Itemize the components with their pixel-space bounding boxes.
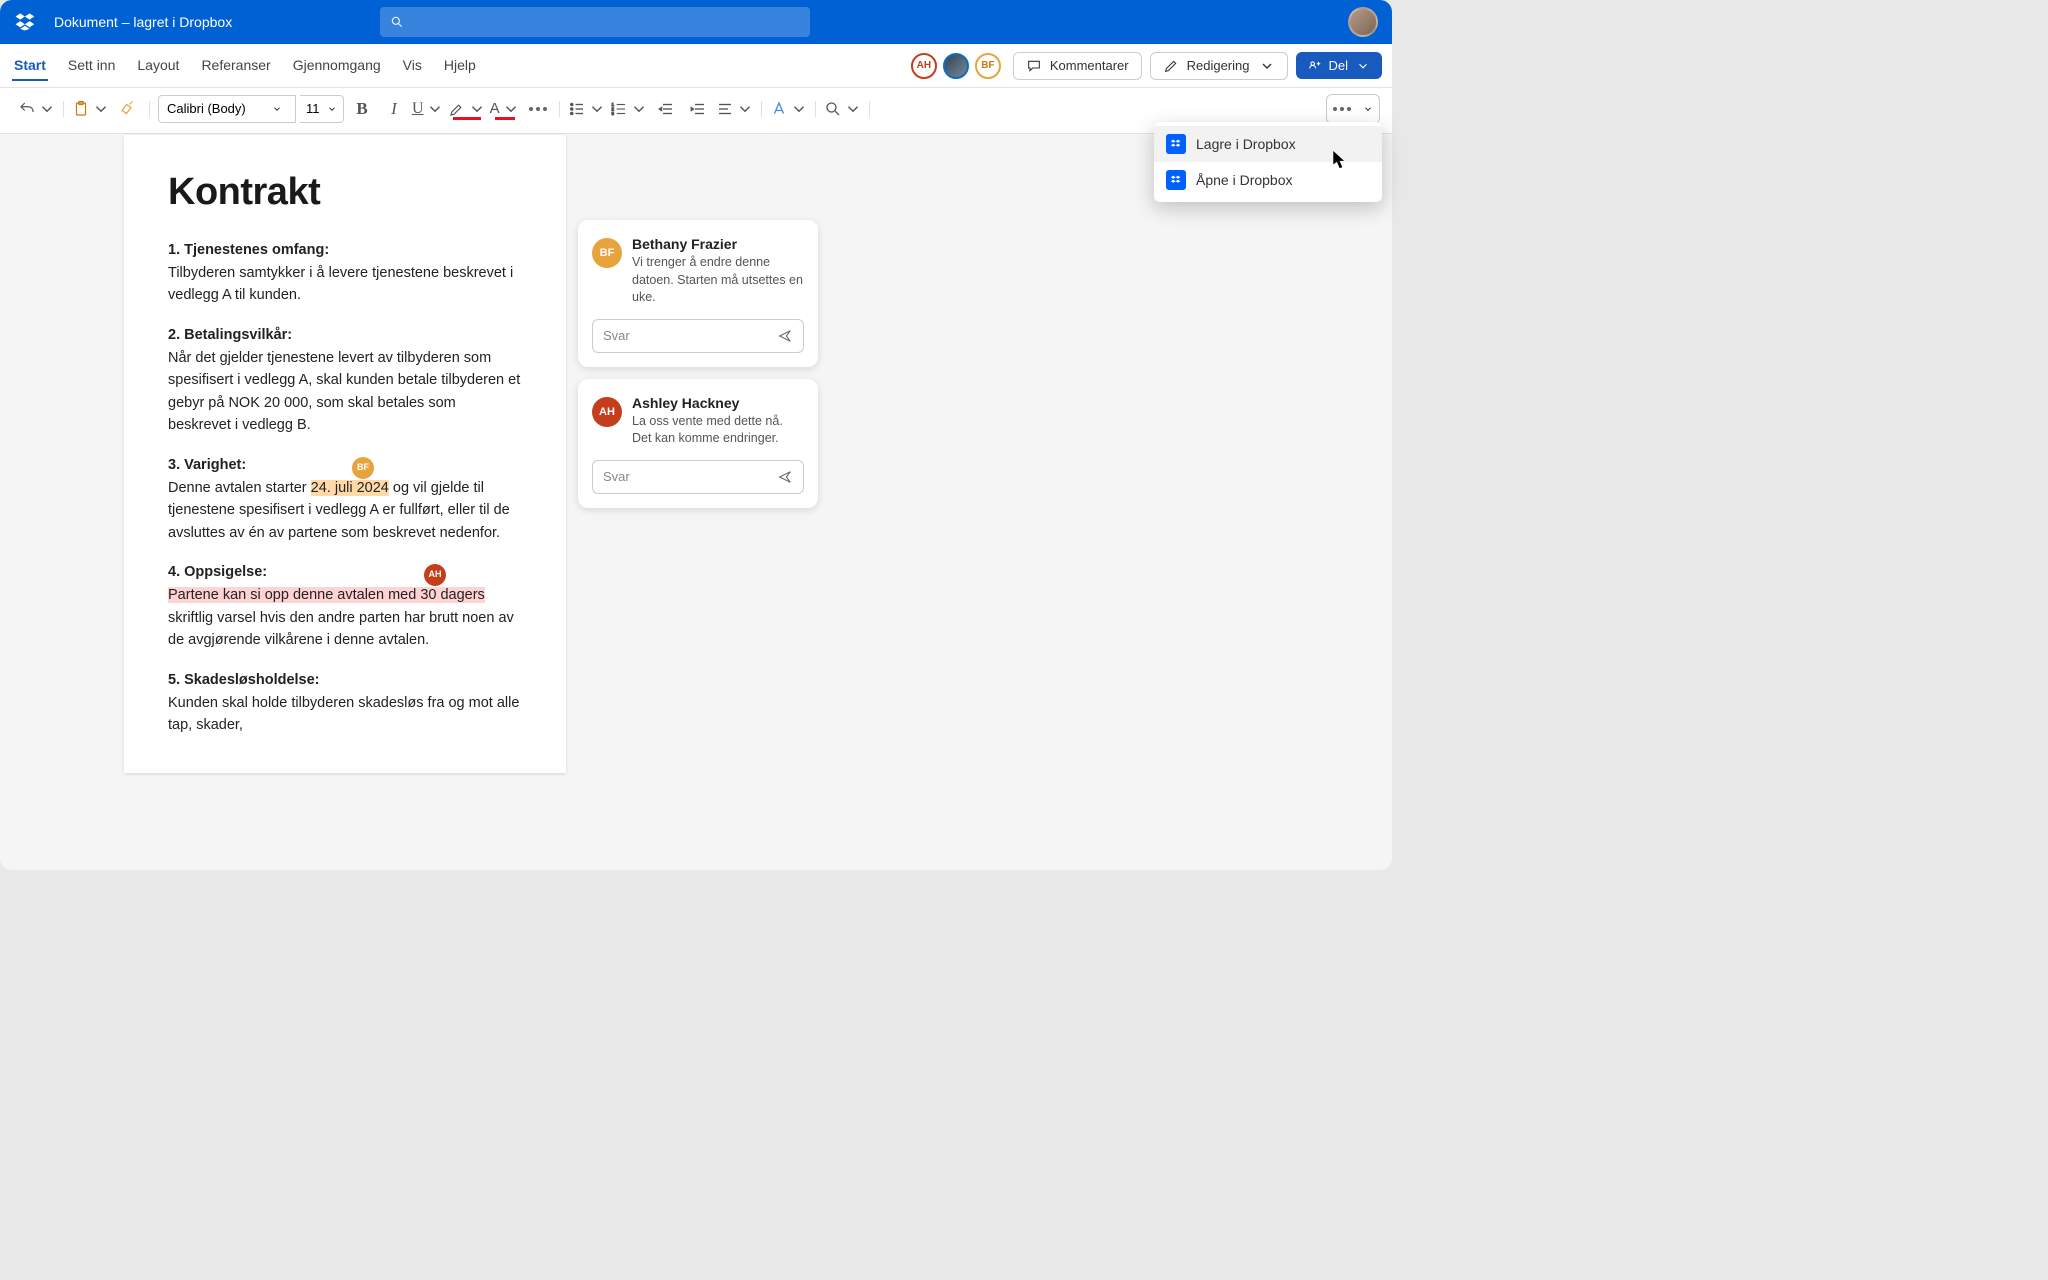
send-icon[interactable] [777,469,793,485]
presence-photo[interactable] [943,53,969,79]
pencil-icon [1163,58,1179,74]
share-icon [1308,59,1322,73]
highlight-ah: Partene kan si opp denne avtalen med 30 … [168,587,485,603]
cursor-icon [1333,151,1348,174]
del-label: Del [1328,58,1348,73]
presence-group: AH BF [911,53,1001,79]
doc-heading: Kontrakt [168,171,522,214]
presence-bf[interactable]: BF [975,53,1001,79]
outdent-button[interactable] [652,95,680,123]
font-more-button[interactable] [524,95,552,123]
tab-hjelp[interactable]: Hjelp [442,51,478,81]
kommentarer-button[interactable]: Kommentarer [1013,52,1142,80]
redigering-button[interactable]: Redigering [1150,52,1289,80]
tab-start[interactable]: Start [12,51,48,81]
highlight-bf: 24. juli 2024 [311,480,389,496]
italic-button[interactable]: I [380,95,408,123]
search-icon [390,15,404,29]
format-painter-button[interactable] [114,95,142,123]
font-name-select[interactable]: Calibri (Body) [158,95,296,123]
comment-card[interactable]: AH Ashley Hackney La oss vente med dette… [578,379,818,508]
align-button[interactable] [716,95,754,123]
indent-button[interactable] [684,95,712,123]
reply-placeholder: Svar [603,328,630,343]
comment-card[interactable]: BF Bethany Frazier Vi trenger å endre de… [578,220,818,367]
send-icon[interactable] [777,328,793,344]
comment-author: Ashley Hackney [632,395,804,411]
section-heading: 2. Betalingsvilkår: [168,327,522,343]
dropbox-icon [1166,134,1186,154]
presence-ah[interactable]: AH [911,53,937,79]
comment-text: Vi trenger å endre denne datoen. Starten… [632,254,804,307]
reply-input[interactable]: Svar [592,319,804,353]
tab-vis[interactable]: Vis [401,51,424,81]
annotation-badge-bf[interactable]: BF [352,457,374,479]
del-button[interactable]: Del [1296,52,1382,79]
dropbox-icon [1166,170,1186,190]
chevron-down-icon [1259,58,1275,74]
document-title[interactable]: Dokument – lagret i Dropbox [54,14,232,30]
reply-placeholder: Svar [603,469,630,484]
kommentarer-label: Kommentarer [1050,58,1129,73]
font-size-value: 11 [306,101,320,116]
svg-text:3: 3 [611,111,614,116]
toolbar-overflow-button[interactable] [1326,94,1380,124]
more-icon [1333,107,1351,111]
styles-button[interactable] [770,95,808,123]
section-body: Partene kan si opp denne avtalen med 30 … [168,584,522,651]
chevron-down-icon [1363,104,1373,114]
chevron-down-icon [327,104,337,114]
section-body: Denne avtalen starter 24. juli 2024 og v… [168,477,522,544]
titlebar: Dokument – lagret i Dropbox [0,0,1392,44]
ribbon-tabs-row: Start Sett inn Layout Referanser Gjennom… [0,44,1392,88]
comment-avatar-ah: AH [592,397,622,427]
font-name-value: Calibri (Body) [167,101,246,116]
comments-panel: BF Bethany Frazier Vi trenger å endre de… [578,220,818,508]
redigering-label: Redigering [1187,58,1250,73]
font-color-button[interactable]: A [490,95,520,123]
undo-button[interactable] [18,95,56,123]
dropbox-icon [14,11,36,33]
numbering-button[interactable]: 123 [610,95,648,123]
paste-button[interactable] [72,95,110,123]
section-body: Tilbyderen samtykker i å levere tjeneste… [168,262,522,307]
comment-avatar-bf: BF [592,238,622,268]
section-heading: 1. Tjenestenes omfang: [168,242,522,258]
bold-button[interactable]: B [348,95,376,123]
comment-author: Bethany Frazier [632,236,804,252]
section-body: Når det gjelder tjenestene levert av til… [168,347,522,437]
find-button[interactable] [824,95,862,123]
section-heading: 5. Skadesløsholdelse: [168,672,522,688]
search-input[interactable] [380,7,810,37]
annotation-badge-ah[interactable]: AH [424,564,446,586]
tab-sett-inn[interactable]: Sett inn [66,51,117,81]
document-page[interactable]: Kontrakt 1. Tjenestenes omfang: Tilbyder… [124,135,566,773]
tab-layout[interactable]: Layout [135,51,181,81]
tab-referanser[interactable]: Referanser [199,51,272,81]
bullets-button[interactable] [568,95,606,123]
tab-gjennomgang[interactable]: Gjennomgang [291,51,383,81]
reply-input[interactable]: Svar [592,460,804,494]
section-body: Kunden skal holde tilbyderen skadesløs f… [168,692,522,737]
underline-button[interactable]: U [412,95,444,123]
comment-icon [1026,58,1042,74]
comment-text: La oss vente med dette nå. Det kan komme… [632,413,804,448]
highlight-color-button[interactable] [448,95,486,123]
chevron-down-icon [1356,59,1370,73]
section-heading: 3. Varighet: [168,457,522,473]
section-heading: 4. Oppsigelse: [168,564,522,580]
chevron-down-icon [272,104,282,114]
font-size-select[interactable]: 11 [300,95,344,123]
user-avatar[interactable] [1348,7,1378,37]
dropdown-item-label: Lagre i Dropbox [1196,136,1296,152]
dropdown-item-label: Åpne i Dropbox [1196,172,1293,188]
